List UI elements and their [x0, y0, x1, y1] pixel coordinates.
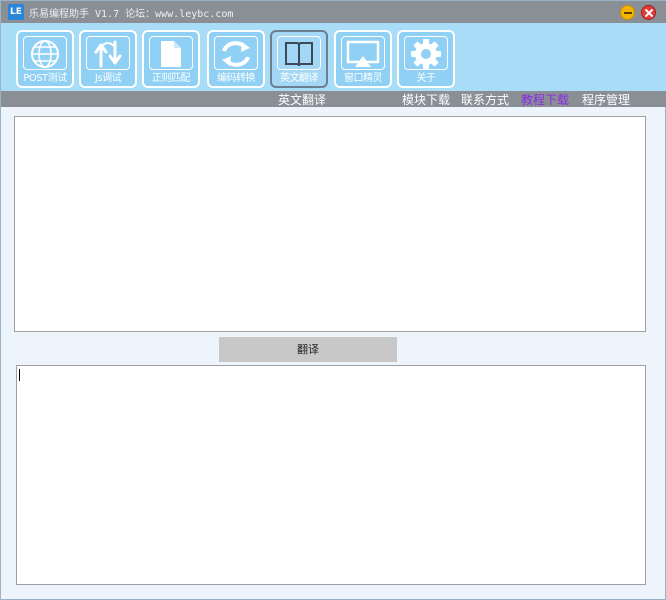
tool-label: Js调试 — [94, 73, 122, 84]
toolbar: POST测试 Js调试 正则匹配 编码转换 英文翻译 窗口精灵 关于 — [1, 23, 666, 91]
app-logo-icon: LE — [8, 4, 24, 20]
app-window: LE 乐易编程助手 V1.7 论坛：www.leybc.com POST测试 J… — [0, 0, 666, 600]
link-tutorial-download[interactable]: 教程下载 — [521, 91, 569, 108]
translate-button[interactable]: 翻译 — [219, 337, 397, 362]
tool-english-translate[interactable]: 英文翻译 — [270, 30, 328, 88]
globe-icon — [18, 35, 72, 71]
link-program-manage[interactable]: 程序管理 — [582, 91, 630, 108]
tool-label: 关于 — [416, 73, 437, 84]
tool-js-debug[interactable]: Js调试 — [79, 30, 137, 88]
source-text-input[interactable] — [14, 116, 646, 332]
gear-icon — [399, 35, 453, 71]
arrows-updown-icon — [81, 35, 135, 71]
tool-label: 英文翻译 — [280, 73, 319, 84]
tool-label: POST测试 — [23, 73, 67, 84]
close-button[interactable] — [641, 5, 656, 20]
tool-about[interactable]: 关于 — [397, 30, 455, 88]
title-bar[interactable]: LE 乐易编程助手 V1.7 论坛：www.leybc.com — [1, 1, 666, 23]
tool-encoding-convert[interactable]: 编码转换 — [207, 30, 265, 88]
translation-output[interactable] — [16, 365, 646, 585]
screen-icon — [336, 35, 390, 71]
document-icon — [144, 35, 198, 71]
current-page-label: 英文翻译 — [278, 93, 327, 107]
link-contact[interactable]: 联系方式 — [461, 91, 509, 108]
tool-label: 窗口精灵 — [344, 73, 383, 84]
tool-label: 正则匹配 — [152, 73, 191, 84]
book-icon — [272, 35, 326, 71]
tool-regex-match[interactable]: 正则匹配 — [142, 30, 200, 88]
link-module-download[interactable]: 模块下载 — [402, 91, 450, 108]
tool-post-test[interactable]: POST测试 — [16, 30, 74, 88]
text-caret — [19, 369, 20, 381]
tool-window-sprite[interactable]: 窗口精灵 — [334, 30, 392, 88]
window-title: 乐易编程助手 V1.7 论坛：www.leybc.com — [29, 9, 234, 20]
sync-icon — [209, 35, 263, 71]
tool-label: 编码转换 — [217, 73, 256, 84]
minimize-button[interactable] — [620, 5, 635, 20]
menu-bar: 英文翻译 模块下载 联系方式 教程下载 程序管理 — [1, 91, 666, 107]
